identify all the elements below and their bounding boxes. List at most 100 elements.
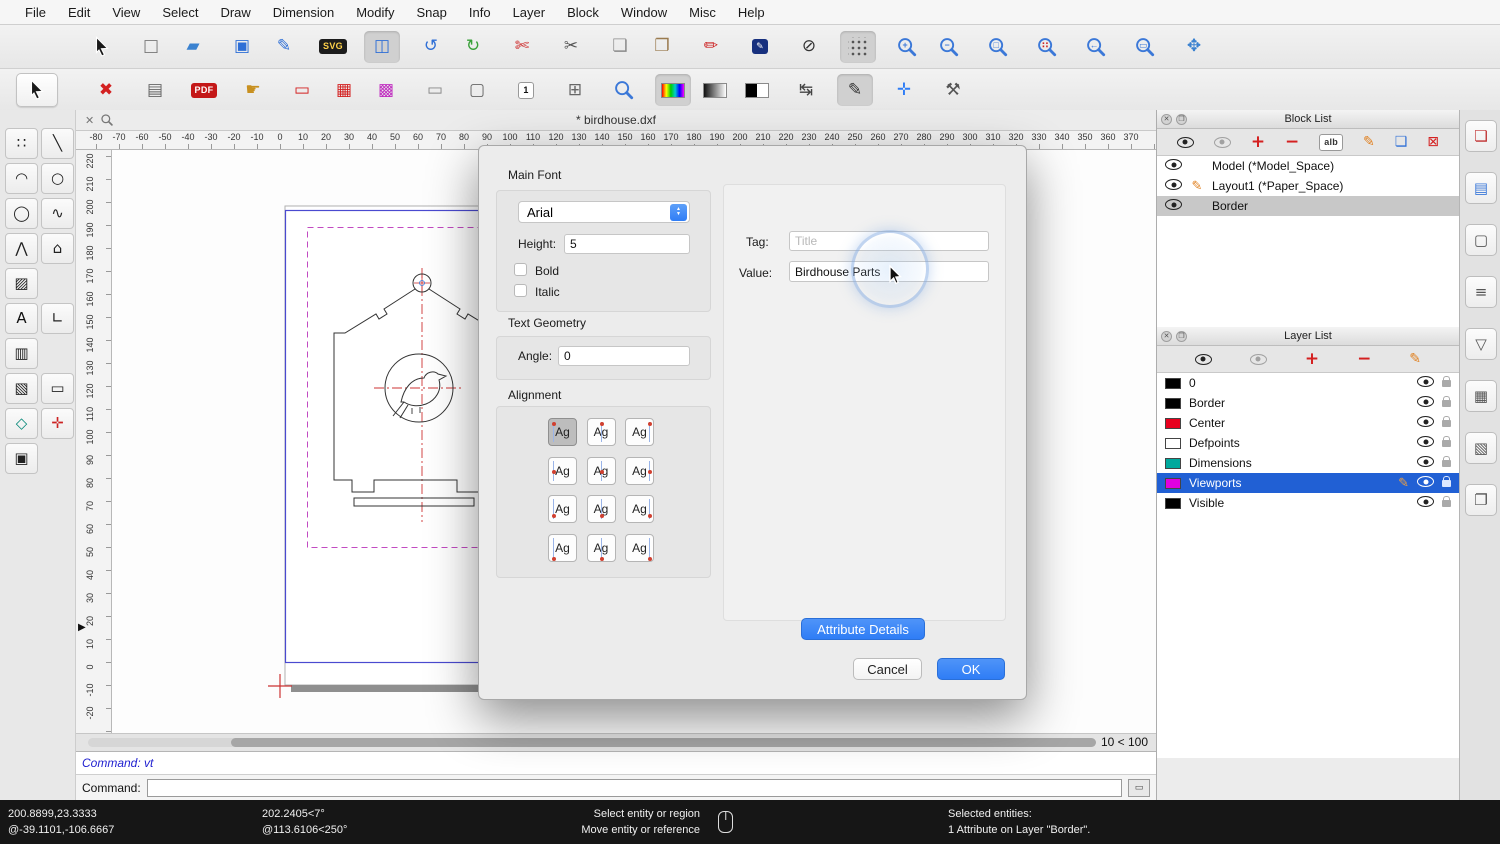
tool-measure[interactable]: ▭: [41, 373, 74, 404]
block-row[interactable]: Model (*Model_Space): [1157, 156, 1459, 176]
layer-visibility-eye-icon[interactable]: [1417, 416, 1434, 430]
tool-circles[interactable]: ○: [41, 163, 74, 194]
panel-layer-list-button[interactable]: ▤: [1465, 172, 1497, 204]
alignment-top-left-button[interactable]: Ag: [548, 418, 577, 446]
layer-lock-icon[interactable]: [1442, 456, 1451, 470]
edit-attributes-pen-button[interactable]: ✏: [693, 31, 729, 63]
zoom-auto-button[interactable]: □: [980, 31, 1016, 63]
tool-points[interactable]: ∷: [5, 128, 38, 159]
alignment-middle-right-button[interactable]: Ag: [625, 456, 654, 485]
add-layer-button[interactable]: +: [1305, 350, 1319, 368]
panel-command-line-button[interactable]: ≡: [1465, 276, 1497, 308]
alignment-bottom-left-button[interactable]: Ag: [548, 533, 577, 562]
layer-lock-icon[interactable]: [1442, 496, 1451, 510]
alignment-middle-center-button[interactable]: Ag: [586, 456, 616, 485]
command-panel-button[interactable]: ▭: [1128, 778, 1150, 797]
remove-layer-button[interactable]: −: [1357, 350, 1371, 368]
layer-visibility-eye-icon[interactable]: [1417, 456, 1434, 470]
layer-row[interactable]: Viewports ✎: [1157, 473, 1459, 493]
layer-visibility-eye-icon[interactable]: [1417, 476, 1434, 490]
toggle-grid-button[interactable]: [840, 30, 876, 63]
alignment-bottom-right-button[interactable]: Ag: [625, 533, 654, 562]
redo-button[interactable]: ↻: [455, 31, 491, 63]
print-preview-button[interactable]: ◫: [364, 30, 400, 63]
zoom-in-button[interactable]: +: [889, 31, 925, 63]
block-visibility-eye-icon[interactable]: [1165, 199, 1182, 213]
tool-hatch[interactable]: ▨: [5, 268, 38, 299]
menu-block[interactable]: Block: [556, 5, 610, 20]
layer-lock-icon[interactable]: [1442, 396, 1451, 410]
layer-row[interactable]: Center: [1157, 413, 1459, 433]
show-all-layers-button[interactable]: [1194, 353, 1212, 365]
zoom-selection-button[interactable]: ∷: [1029, 31, 1065, 63]
hide-all-blocks-button[interactable]: [1213, 136, 1231, 148]
bw-palette-button[interactable]: [739, 74, 775, 106]
layer-row[interactable]: Visible: [1157, 493, 1459, 513]
new-file-button[interactable]: □: [133, 31, 169, 63]
window-rect-button[interactable]: ▭: [417, 74, 453, 106]
remove-block-button[interactable]: −: [1285, 133, 1299, 151]
color-palette-button[interactable]: [655, 74, 691, 106]
tool-polygons[interactable]: ⌂: [41, 233, 74, 264]
hide-all-layers-button[interactable]: [1249, 353, 1267, 365]
layer-lock-icon[interactable]: [1442, 416, 1451, 430]
layer-lock-icon[interactable]: [1442, 436, 1451, 450]
menu-layer[interactable]: Layer: [502, 5, 557, 20]
tool-arcs[interactable]: ◠: [5, 163, 38, 194]
menu-misc[interactable]: Misc: [678, 5, 727, 20]
edit-text-block-button[interactable]: ✎: [742, 31, 778, 63]
select-arrow-button[interactable]: [84, 31, 120, 63]
cut-button[interactable]: ✂: [553, 31, 589, 63]
tool-ellipses[interactable]: ◯: [5, 198, 38, 229]
sheet-number-button[interactable]: 1: [508, 74, 544, 106]
rounded-panel-button[interactable]: ▢: [459, 74, 495, 106]
layer-edit-pen-icon[interactable]: ✎: [1398, 477, 1409, 490]
block-list-float-icon[interactable]: ❐: [1176, 113, 1187, 125]
draw-border-button[interactable]: ▭: [284, 74, 320, 106]
menu-info[interactable]: Info: [458, 5, 502, 20]
panel-block-list-button[interactable]: ❏: [1465, 120, 1497, 152]
tool-shapes[interactable]: ◇: [5, 408, 38, 439]
tool-lines[interactable]: ╲: [41, 128, 74, 159]
save-file-button[interactable]: ▣: [224, 31, 260, 63]
angle-input[interactable]: 0: [558, 346, 690, 366]
panel-filter-button[interactable]: ▽: [1465, 328, 1497, 360]
export-svg-button[interactable]: SVG: [315, 31, 351, 63]
h-scrollbar-thumb[interactable]: [231, 738, 1096, 747]
line-style-pen-button[interactable]: ✎: [837, 74, 873, 106]
block-list-close-icon[interactable]: ✕: [1161, 113, 1172, 125]
cancel-button[interactable]: Cancel: [853, 658, 922, 680]
undo-button[interactable]: ↺: [413, 31, 449, 63]
block-visibility-eye-icon[interactable]: [1165, 179, 1182, 193]
menu-snap[interactable]: Snap: [406, 5, 458, 20]
menu-dimension[interactable]: Dimension: [262, 5, 345, 20]
print-button[interactable]: ▤: [137, 74, 173, 106]
layer-row[interactable]: Dimensions: [1157, 453, 1459, 473]
toggle-construction-button[interactable]: ⊘: [791, 31, 827, 63]
open-file-button[interactable]: ▰: [175, 31, 211, 63]
layer-visibility-eye-icon[interactable]: [1417, 376, 1434, 390]
panel-library-button[interactable]: ▢: [1465, 224, 1497, 256]
menu-view[interactable]: View: [101, 5, 151, 20]
table-grid-button[interactable]: ⊞: [557, 74, 593, 106]
show-all-blocks-button[interactable]: [1176, 136, 1194, 148]
zoom-window-button[interactable]: ▭: [1127, 31, 1163, 63]
alignment-middle-left-button[interactable]: Ag: [548, 456, 577, 485]
alignment-baseline-left-button[interactable]: Ag: [548, 495, 577, 523]
panel-clipboard-button[interactable]: ❐: [1465, 484, 1497, 516]
alignment-top-center-button[interactable]: Ag: [586, 418, 616, 446]
add-block-button[interactable]: +: [1251, 133, 1265, 151]
menu-select[interactable]: Select: [151, 5, 209, 20]
alignment-baseline-right-button[interactable]: Ag: [625, 495, 654, 523]
copy-button[interactable]: ❏: [602, 31, 638, 63]
layer-list-float-icon[interactable]: ❐: [1176, 330, 1187, 342]
menu-file[interactable]: File: [14, 5, 57, 20]
layer-lock-icon[interactable]: [1442, 476, 1451, 490]
layer-lock-icon[interactable]: [1442, 376, 1451, 390]
block-row[interactable]: ✎ Layout1 (*Paper_Space): [1157, 176, 1459, 196]
alignment-bottom-center-button[interactable]: Ag: [586, 533, 616, 562]
utility-knife-button[interactable]: ✄: [504, 31, 540, 63]
rename-block-button[interactable]: alb: [1319, 133, 1344, 151]
tools-settings-button[interactable]: ⚒: [935, 74, 971, 106]
gray-palette-button[interactable]: [697, 74, 733, 106]
